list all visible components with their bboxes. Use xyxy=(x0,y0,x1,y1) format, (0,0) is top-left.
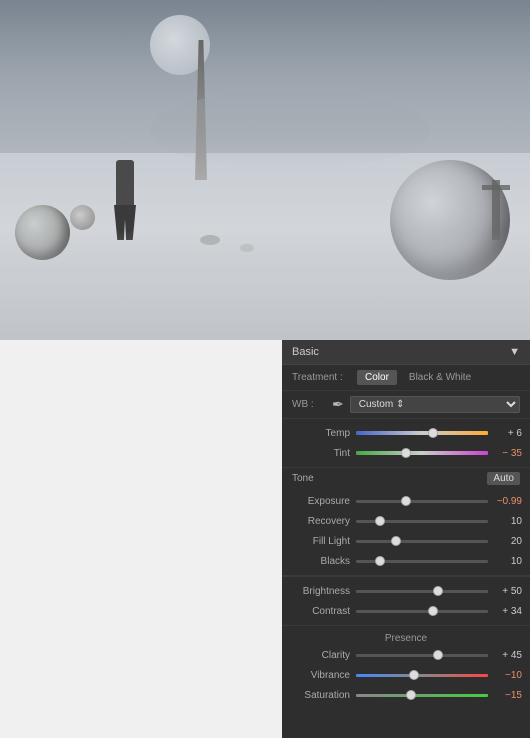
fill-light-value: 20 xyxy=(494,536,522,547)
vibrance-label: Vibrance xyxy=(290,670,350,681)
vibrance-value: −10 xyxy=(494,670,522,681)
tint-label: Tint xyxy=(290,448,350,459)
blacks-label: Blacks xyxy=(290,556,350,567)
eyedropper-icon[interactable]: ✒ xyxy=(332,396,344,413)
color-treatment-button[interactable]: Color xyxy=(357,370,397,385)
empty-left-panel xyxy=(0,340,282,738)
fill-light-label: Fill Light xyxy=(290,536,350,547)
clarity-track[interactable] xyxy=(356,654,488,657)
clarity-value: + 45 xyxy=(494,650,522,661)
fill-light-track[interactable] xyxy=(356,540,488,543)
brightness-track[interactable] xyxy=(356,590,488,593)
blacks-thumb[interactable] xyxy=(375,556,385,566)
photo-canvas xyxy=(0,0,530,340)
blacks-value: 10 xyxy=(494,556,522,567)
clarity-label: Clarity xyxy=(290,650,350,661)
exposure-value: −0.99 xyxy=(494,496,522,507)
saturation-value: −15 xyxy=(494,690,522,701)
vibrance-slider-row: Vibrance −10 xyxy=(282,665,530,685)
temp-value: + 6 xyxy=(494,428,522,439)
vibrance-track[interactable] xyxy=(356,674,488,677)
presence-section: Presence Clarity + 45 Vibrance −10 Satur… xyxy=(282,626,530,709)
temp-thumb[interactable] xyxy=(428,428,438,438)
saturation-slider-row: Saturation −15 xyxy=(282,685,530,705)
panel-arrow[interactable]: ▼ xyxy=(509,346,520,358)
exposure-label: Exposure xyxy=(290,496,350,507)
city-haze xyxy=(150,90,430,170)
contrast-thumb[interactable] xyxy=(428,606,438,616)
clarity-slider-row: Clarity + 45 xyxy=(282,645,530,665)
contrast-track[interactable] xyxy=(356,610,488,613)
wb-select[interactable]: Custom ⇕ As Shot Auto Daylight Cloudy Sh… xyxy=(350,396,520,413)
bw-treatment-button[interactable]: Black & White xyxy=(401,370,479,385)
tone-sliders-section: Exposure −0.99 Recovery 10 Fill Light 20… xyxy=(282,487,530,576)
wb-label: WB : xyxy=(292,399,332,410)
saturation-thumb[interactable] xyxy=(406,690,416,700)
contrast-slider-row: Contrast + 34 xyxy=(282,601,530,621)
brightness-value: + 50 xyxy=(494,586,522,597)
ground-haze xyxy=(0,230,530,290)
panel-title: Basic xyxy=(292,346,319,358)
tint-slider-row: Tint − 35 xyxy=(282,443,530,463)
recovery-track[interactable] xyxy=(356,520,488,523)
contrast-label: Contrast xyxy=(290,606,350,617)
contrast-value: + 34 xyxy=(494,606,522,617)
brightness-thumb[interactable] xyxy=(433,586,443,596)
blacks-track[interactable] xyxy=(356,560,488,563)
wb-row: WB : ✒ Custom ⇕ As Shot Auto Daylight Cl… xyxy=(282,391,530,419)
tint-value: − 35 xyxy=(494,448,522,459)
recovery-label: Recovery xyxy=(290,516,350,527)
vibrance-thumb[interactable] xyxy=(409,670,419,680)
treatment-row: Treatment : Color Black & White xyxy=(282,365,530,391)
brightness-slider-row: Brightness + 50 xyxy=(282,581,530,601)
temp-track[interactable] xyxy=(356,431,488,435)
structure-h xyxy=(482,185,510,190)
fill-light-thumb[interactable] xyxy=(391,536,401,546)
panel-header: Basic ▼ xyxy=(282,340,530,365)
saturation-label: Saturation xyxy=(290,690,350,701)
recovery-thumb[interactable] xyxy=(375,516,385,526)
saturation-track[interactable] xyxy=(356,694,488,697)
brightness-label: Brightness xyxy=(290,586,350,597)
wb-sliders-section: Temp + 6 Tint − 35 xyxy=(282,419,530,468)
exposure-slider-row: Exposure −0.99 xyxy=(282,491,530,511)
basic-panel: Basic ▼ Treatment : Color Black & White … xyxy=(282,340,530,738)
brightness-contrast-section: Brightness + 50 Contrast + 34 xyxy=(282,576,530,626)
tone-header: Tone Auto xyxy=(282,468,530,487)
clarity-thumb[interactable] xyxy=(433,650,443,660)
recovery-slider-row: Recovery 10 xyxy=(282,511,530,531)
exposure-thumb[interactable] xyxy=(401,496,411,506)
figure xyxy=(110,160,140,240)
figure-body xyxy=(116,160,134,205)
temp-label: Temp xyxy=(290,428,350,439)
sphere-tiny-mid xyxy=(70,205,95,230)
auto-button[interactable]: Auto xyxy=(487,472,520,485)
presence-title: Presence xyxy=(282,630,530,645)
tint-thumb[interactable] xyxy=(401,448,411,458)
fill-light-slider-row: Fill Light 20 xyxy=(282,531,530,551)
recovery-value: 10 xyxy=(494,516,522,527)
temp-slider-row: Temp + 6 xyxy=(282,423,530,443)
tone-title: Tone xyxy=(292,473,314,484)
treatment-label: Treatment : xyxy=(292,372,357,383)
blacks-slider-row: Blacks 10 xyxy=(282,551,530,571)
exposure-track[interactable] xyxy=(356,500,488,503)
tint-track[interactable] xyxy=(356,451,488,455)
